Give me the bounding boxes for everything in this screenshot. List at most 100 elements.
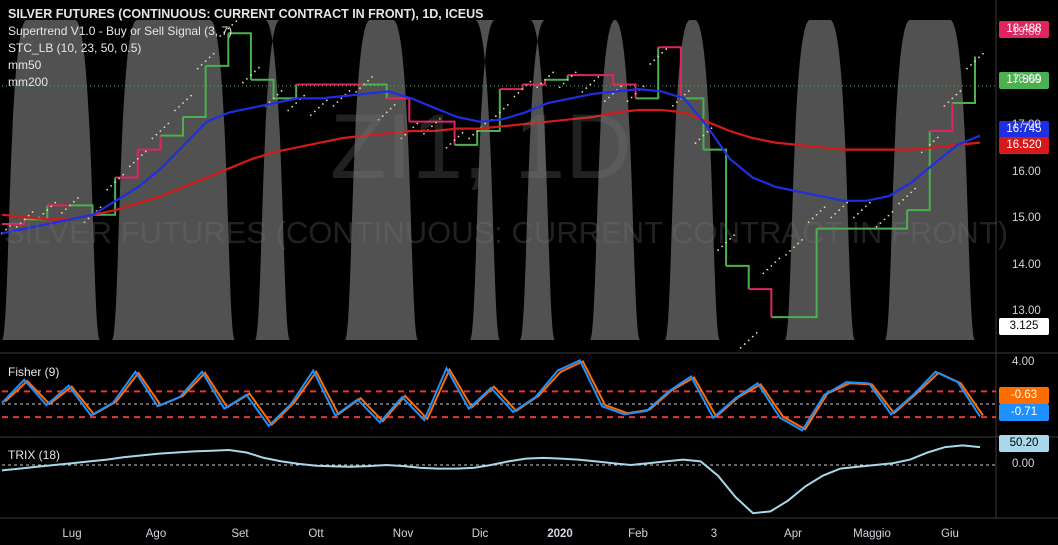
price-dot [951,97,954,100]
price-dot [536,86,538,89]
price-dot [778,257,781,260]
price-axis-tick: 15.00 [1012,212,1041,225]
price-dot [190,94,192,97]
price-dot [309,114,312,117]
price-axis-tick: 14.00 [1012,258,1041,271]
price-dot [970,64,972,66]
fisher-axis-tick: 4.00 [1012,355,1035,368]
legend-mm50[interactable]: mm50 [8,57,483,74]
trix-axis-tick: 0.00 [1012,458,1035,470]
price-dot [60,211,63,214]
price-dot [313,110,316,113]
price-dot [914,187,917,190]
supertrend-segment [748,288,773,318]
price-dot [574,71,577,74]
price-dot [321,103,324,105]
price-dot [665,48,668,50]
fisher-line [1,358,981,432]
price-dot [687,90,690,92]
name-watermark: SILVER FUTURES (CONTINUOUS: CURRENT CONT… [4,215,1009,250]
price-dot [552,71,554,74]
price-dot [932,140,935,143]
trix-line [1,444,981,515]
price-dot [540,82,542,85]
price-dot [159,130,162,132]
price-dot [671,104,674,107]
price-dot [675,101,678,104]
price-dot [955,93,958,96]
legend-mm200[interactable]: mm200 [8,74,483,91]
legend-supertrend[interactable]: Supertrend V1.0 - Buy or Sell Signal (3,… [8,23,483,40]
price-dot [167,122,170,125]
price-dot [698,138,701,141]
price-dot [747,339,750,342]
legend-stc[interactable]: STC_LB (10, 23, 50, 0.5) [8,40,483,57]
price-dot [31,211,34,213]
price-dot [593,79,596,82]
price-dot [72,200,75,203]
price-dot [529,80,532,83]
time-axis-tick: 2020 [547,528,573,540]
price-dot [144,150,147,153]
price-dot [303,94,306,97]
time-axis-tick: 3 [710,528,718,540]
price-dot [155,133,158,136]
price-dot [276,93,279,96]
price-dot [272,97,275,100]
price-dot [581,90,584,93]
price-dot [819,210,822,212]
price-dot [959,90,962,92]
price-dot [548,75,550,77]
trix-tag: 50.20 [999,435,1049,452]
price-dot [570,75,573,77]
time-axis-tick: Ott [308,528,324,540]
price-dot [966,67,968,70]
symbol-watermark: ZI1, 1D [330,96,632,198]
price-axis-tick: 19.00 [1012,26,1041,39]
price-axis-tick: 13.00 [1012,305,1041,318]
price-dot [174,109,176,112]
price-dot [140,154,143,157]
trix-pane-title: TRIX (18) [8,448,61,462]
price-dot [766,268,769,271]
price-dot [163,126,166,129]
price-dot [521,88,524,90]
price-dot [110,184,113,187]
price-dot [50,205,53,208]
price-dot [558,86,561,89]
price-dot [838,209,841,211]
price-dot [653,59,656,62]
price-dot [68,204,71,207]
supertrend-segment [726,264,750,290]
price-dot [743,343,746,345]
price-dot [657,55,660,58]
price-dot [317,106,320,109]
price-dot [186,98,188,101]
price-dot [860,209,863,211]
price-dot [151,137,154,140]
price-dot [755,332,758,334]
time-axis-tick: Lug [62,528,82,540]
time-axis-tick: Apr [784,528,802,540]
price-dot [54,201,57,204]
price-dot [566,78,569,81]
supertrend-segment [499,84,524,91]
price-dot [634,92,637,95]
price-dot [902,198,905,201]
price-dot [182,102,184,104]
price-dot [136,157,139,160]
price-dot [106,188,109,191]
price-dot [76,197,79,199]
price-axis-tick: 16.00 [1012,165,1041,178]
time-axis-tick: Nov [392,528,414,540]
price-dot [891,211,894,213]
price-dot [770,265,773,267]
price-dot [291,105,294,108]
price-dot [846,201,849,204]
price-dot [982,52,984,55]
price-dot [661,51,664,54]
price-dot [118,177,121,180]
price-dot [295,102,298,104]
price-dot [517,91,520,94]
price-dot [683,93,686,96]
